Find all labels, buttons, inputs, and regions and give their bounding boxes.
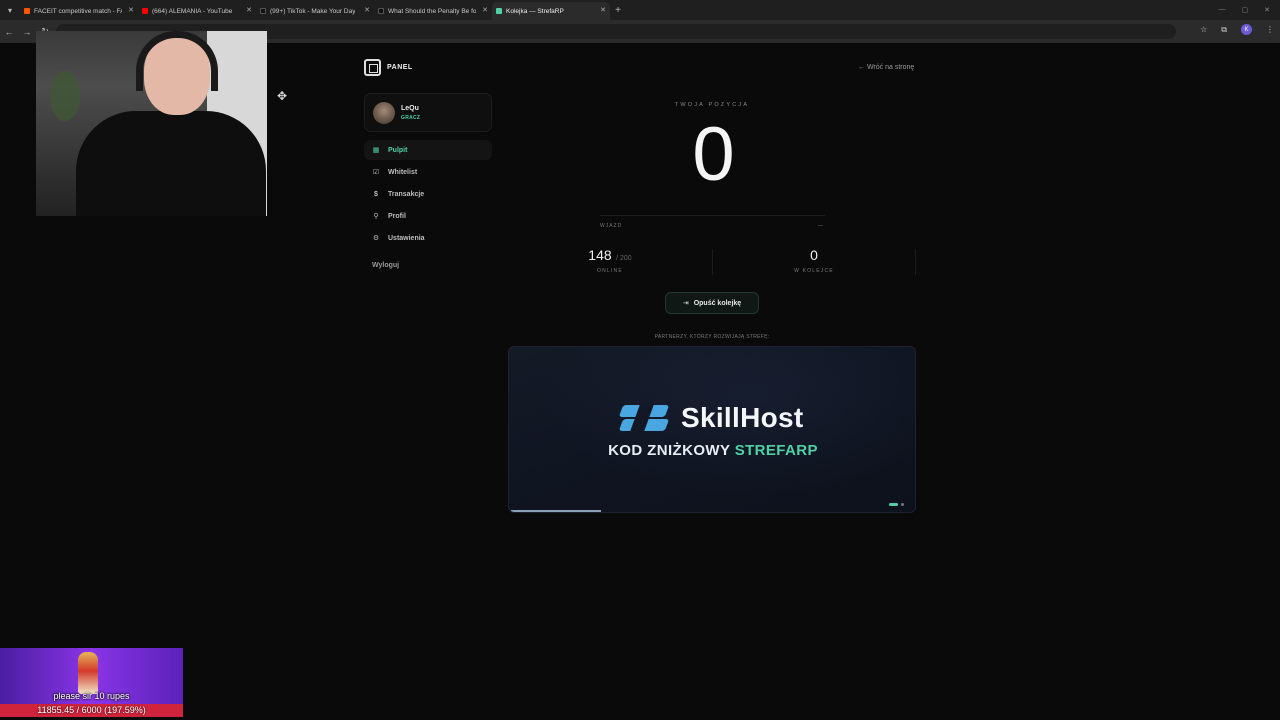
tab-search-icon[interactable]: ▾ bbox=[0, 0, 20, 20]
avatar bbox=[373, 101, 395, 124]
exit-icon: ⇥ bbox=[682, 300, 689, 307]
new-tab-button[interactable]: + bbox=[610, 5, 626, 16]
tab-title: (99+) TikTok - Make Your Day bbox=[270, 7, 356, 15]
tiktok-favicon-icon bbox=[260, 8, 266, 14]
partners-label: PARTNERZY, KTÓRZY ROZWIJAJĄ STREFĘ: bbox=[654, 334, 770, 340]
tab-title: What Should the Penalty Be for bbox=[388, 7, 476, 15]
minimize-icon[interactable]: — bbox=[1219, 6, 1226, 14]
close-tab-icon[interactable]: ✕ bbox=[600, 6, 606, 14]
webcam-person-shirt bbox=[76, 111, 266, 216]
toolbar-actions: ☆ ⧉ K ⋮ bbox=[1200, 24, 1274, 35]
discount-code-prefix: KOD ZNIŻKOWY bbox=[608, 442, 731, 459]
tab-title: (664) ALEMANIA - YouTube bbox=[152, 7, 233, 15]
leave-queue-label: Opuść kolejkę bbox=[693, 299, 742, 307]
faceit-favicon-icon bbox=[24, 8, 30, 14]
sidebar-item-transakcje[interactable]: $ Transakcje bbox=[364, 184, 492, 204]
carousel-dot-active[interactable] bbox=[889, 503, 898, 506]
carousel-progress bbox=[511, 510, 601, 512]
forward-arrow-icon[interactable]: → bbox=[18, 27, 36, 37]
browser-tab[interactable]: (99+) TikTok - Make Your Day ✕ bbox=[256, 2, 374, 20]
browser-tab-bar: ▾ FACEIT competitive match - FACEIT ✕ (66… bbox=[0, 0, 1280, 20]
dollar-icon: $ bbox=[374, 190, 378, 198]
dashboard-icon: ▦ bbox=[372, 147, 380, 154]
browser-tab[interactable]: What Should the Penalty Be for ✕ bbox=[374, 2, 492, 20]
close-tab-icon[interactable]: ✕ bbox=[364, 6, 370, 14]
back-to-site-link[interactable]: ← Wróć na stronę bbox=[858, 64, 914, 71]
browser-menu-icon[interactable]: ⋮ bbox=[1266, 25, 1274, 34]
online-value: 148 bbox=[588, 247, 612, 263]
position-value: 0 bbox=[692, 112, 735, 197]
close-window-icon[interactable]: ✕ bbox=[1264, 6, 1270, 14]
sidebar-item-label: Whitelist bbox=[388, 168, 418, 176]
goal-character-image bbox=[78, 652, 98, 694]
carousel-dot[interactable] bbox=[901, 503, 904, 506]
sidebar-item-label: Transakcje bbox=[388, 190, 425, 198]
sidebar-item-whitelist[interactable]: ☑ Whitelist bbox=[364, 162, 492, 182]
queue-count-stat: 0 W KOLEJCE bbox=[784, 247, 844, 274]
close-tab-icon[interactable]: ✕ bbox=[482, 6, 488, 14]
user-role: GRACZ bbox=[401, 114, 421, 121]
tiktok-favicon-icon bbox=[378, 8, 384, 14]
partner-banner[interactable]: SkillHost KOD ZNIŻKOWY STREFARP bbox=[508, 346, 916, 513]
goal-title: please sir 10 rupes bbox=[53, 691, 130, 701]
queue-count-label: W KOLEJCE bbox=[794, 268, 834, 274]
checkbox-icon: ☑ bbox=[372, 169, 380, 176]
sliders-icon: ⚙ bbox=[372, 235, 380, 242]
maximize-icon[interactable]: ▢ bbox=[1242, 6, 1249, 14]
browser-tab[interactable]: (664) ALEMANIA - YouTube ✕ bbox=[138, 2, 256, 20]
sidebar-item-label: Profil bbox=[388, 212, 406, 220]
webcam-overlay bbox=[36, 31, 267, 216]
sidebar-item-label: Ustawienia bbox=[388, 234, 425, 242]
logout-link[interactable]: Wyloguj bbox=[372, 262, 399, 269]
user-card: LeQu GRACZ bbox=[364, 93, 492, 132]
divider bbox=[712, 249, 713, 275]
webcam-headset bbox=[136, 31, 218, 91]
online-label: ONLINE bbox=[597, 268, 623, 274]
sidebar-item-label: Pulpit bbox=[388, 146, 408, 154]
sidebar-item-profil[interactable]: ⚲ Profil bbox=[364, 206, 492, 226]
strefarp-logo-icon bbox=[364, 59, 381, 76]
brand[interactable]: PANEL bbox=[364, 59, 413, 76]
sidebar-nav: ▦ Pulpit ☑ Whitelist $ Transakcje ⚲ Profil ⚙… bbox=[364, 140, 492, 250]
skillhost-name: SkillHost bbox=[681, 402, 804, 433]
goal-progress-text: 11855.45 / 6000 (197.59%) bbox=[37, 705, 146, 715]
brand-name: PANEL bbox=[387, 64, 413, 71]
user-icon: ⚲ bbox=[373, 213, 379, 220]
position-label: TWOJA POZYCJA bbox=[674, 102, 750, 108]
close-tab-icon[interactable]: ✕ bbox=[128, 6, 134, 14]
tab-title: Kolejka — StrefaRP bbox=[506, 7, 564, 15]
browser-tab-active[interactable]: Kolejka — StrefaRP ✕ bbox=[492, 2, 610, 20]
online-max: / 200 bbox=[616, 255, 632, 262]
move-cursor-icon: ✥ bbox=[277, 89, 288, 103]
profile-avatar[interactable]: K bbox=[1241, 24, 1252, 35]
user-name: LeQu bbox=[401, 104, 419, 112]
extensions-icon[interactable]: ⧉ bbox=[1221, 25, 1227, 35]
divider bbox=[915, 249, 916, 275]
back-arrow-icon[interactable]: ← bbox=[0, 27, 18, 37]
leave-queue-button[interactable]: ⇥ Opuść kolejkę bbox=[665, 292, 759, 314]
close-tab-icon[interactable]: ✕ bbox=[246, 6, 252, 14]
queue-count-value: 0 bbox=[810, 247, 818, 263]
discount-code-value: STREFARP bbox=[734, 442, 818, 459]
browser-tab[interactable]: FACEIT competitive match - FACEIT ✕ bbox=[20, 2, 138, 20]
divider bbox=[600, 215, 825, 216]
carousel-dots bbox=[889, 503, 904, 506]
skillhost-logo-icon bbox=[618, 401, 670, 435]
online-stat: 148 / 200 ONLINE bbox=[580, 247, 640, 274]
window-controls: — ▢ ✕ bbox=[1219, 6, 1280, 14]
wjazd-value: — bbox=[818, 223, 823, 229]
sidebar-item-ustawienia[interactable]: ⚙ Ustawienia bbox=[364, 228, 492, 248]
tab-title: FACEIT competitive match - FACEIT bbox=[34, 7, 122, 15]
youtube-favicon-icon bbox=[142, 8, 148, 14]
webcam-plant bbox=[50, 71, 80, 121]
sidebar-item-pulpit[interactable]: ▦ Pulpit bbox=[364, 140, 492, 160]
discount-code: KOD ZNIŻKOWY STREFARP bbox=[509, 442, 915, 459]
strefarp-favicon-icon bbox=[496, 8, 502, 14]
bookmark-star-icon[interactable]: ☆ bbox=[1200, 25, 1207, 34]
skillhost-brand: SkillHost bbox=[618, 401, 804, 435]
wjazd-label: WJAZD bbox=[600, 223, 623, 229]
